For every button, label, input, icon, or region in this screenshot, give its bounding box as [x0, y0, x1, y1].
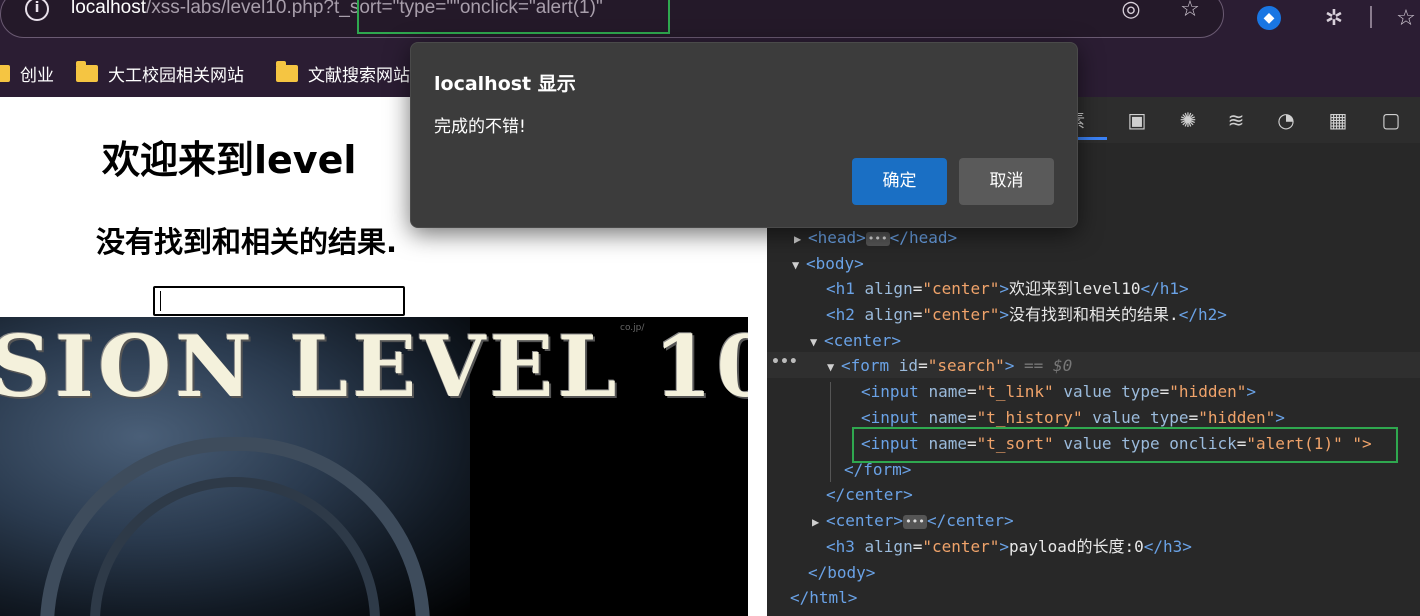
dom-node-form[interactable]: ▼ <form id="search"> == $0 — [827, 353, 1072, 378]
bookmark-item[interactable]: 大工校园相关网站 — [76, 60, 244, 86]
page-subheading: 没有找到和相关的结果. — [96, 225, 398, 259]
collapsed-dots: ••• — [865, 231, 890, 246]
address-bar[interactable]: localhost/xss-labs/level10.php?t_sort="t… — [0, 0, 1224, 38]
dom-node-h1[interactable]: <h1 align="center">欢迎来到level10</h1> — [826, 276, 1189, 301]
search-input[interactable] — [153, 286, 405, 316]
extension-badge-icon[interactable]: ◆ — [1257, 6, 1281, 30]
dialog-title: localhost 显示 — [434, 73, 576, 95]
dom-node-center-close[interactable]: </center> — [826, 482, 913, 507]
node-menu-ellipsis[interactable]: ••• — [771, 352, 798, 372]
dom-node-input-link[interactable]: <input name="t_link" value type="hidden"… — [861, 379, 1256, 404]
folder-icon — [276, 60, 298, 82]
collapsed-dots: ••• — [903, 514, 927, 529]
memory-chip-icon[interactable]: ▦ — [1325, 107, 1351, 133]
extensions-puzzle-icon[interactable]: ✲ — [1320, 5, 1348, 33]
bookmark-label: 创业 — [20, 65, 54, 86]
code-highlight-box — [852, 427, 1398, 463]
bug-icon[interactable]: ✺ — [1175, 107, 1201, 133]
page-heading: 欢迎来到level — [102, 138, 357, 182]
console-icon[interactable]: ▣ — [1124, 107, 1150, 133]
info-icon[interactable] — [25, 0, 49, 21]
bookmark-label: 大工校园相关网站 — [108, 65, 244, 86]
dom-node-body-close[interactable]: </body> — [808, 560, 875, 585]
tree-guide-line — [830, 382, 831, 482]
dom-node-center[interactable]: ▼ <center> — [810, 328, 901, 353]
application-icon[interactable]: ▢ — [1378, 107, 1404, 133]
cancel-button[interactable]: 取消 — [959, 158, 1054, 205]
bookmark-item[interactable]: 创业 — [0, 60, 54, 86]
network-wifi-icon[interactable]: ≋ — [1223, 107, 1249, 133]
dom-node-h3[interactable]: <h3 align="center">payload的长度:0</h3> — [826, 534, 1192, 559]
bookmark-item[interactable]: 文献搜索网站 — [276, 60, 410, 86]
folder-icon — [0, 64, 10, 82]
dom-node-center-collapsed[interactable]: ▶ <center> ••• </center> — [812, 508, 1014, 533]
favorites-icon[interactable]: ☆ — [1392, 5, 1420, 33]
toolbar-divider — [1370, 6, 1372, 28]
bookmark-label: 文献搜索网站 — [308, 65, 410, 86]
dom-node-body[interactable]: ▼ <body> — [792, 251, 864, 276]
ok-button[interactable]: 确定 — [852, 158, 947, 205]
url-host: localhost — [71, 0, 146, 18]
folder-icon — [76, 60, 98, 82]
edge-refresh-icon[interactable]: ◎ — [1117, 0, 1145, 24]
banner-watermark: co.jp/ — [620, 323, 645, 333]
level-banner-image: SION LEVEL 10 co.jp/ — [0, 317, 748, 616]
text-caret — [160, 291, 161, 311]
dialog-message: 完成的不错! — [434, 117, 526, 137]
dom-node-head[interactable]: ▶ <head> ••• </head> — [794, 225, 957, 250]
url-highlight-box — [357, 0, 670, 34]
dom-node-html-close[interactable]: </html> — [790, 585, 857, 610]
screen: localhost/xss-labs/level10.php?t_sort="t… — [0, 0, 1420, 616]
dom-node-h2[interactable]: <h2 align="center">没有找到和相关的结果.</h2> — [826, 302, 1227, 327]
performance-icon[interactable]: ◔ — [1273, 107, 1299, 133]
favorite-star-icon[interactable]: ☆ — [1176, 0, 1204, 24]
alert-dialog: localhost 显示 完成的不错! 确定 取消 — [410, 42, 1078, 228]
